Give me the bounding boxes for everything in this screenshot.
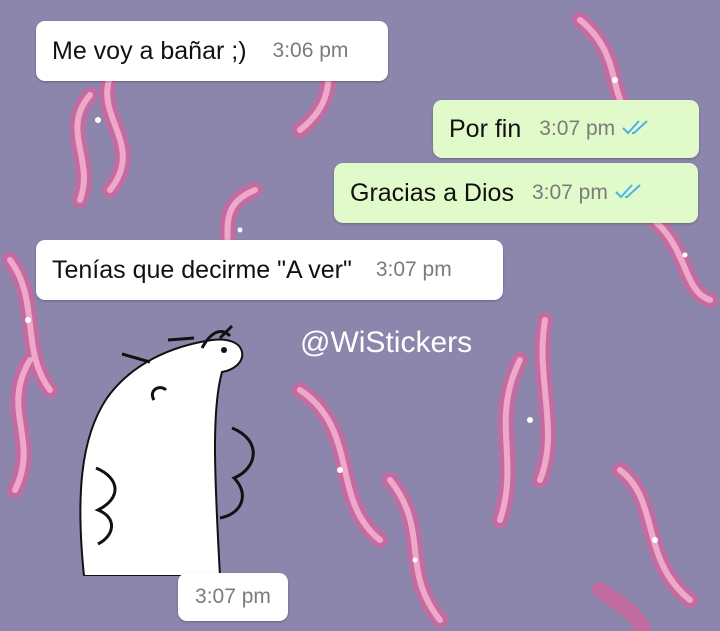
message-timestamp: 3:07 pm [539, 117, 616, 140]
double-check-read-icon [614, 183, 644, 204]
message-bubble-outgoing[interactable]: Por fin 3:07 pm [433, 100, 699, 158]
message-bubble-incoming[interactable]: Tenías que decirme "A ver" 3:07 pm [36, 240, 503, 300]
message-timestamp: 3:07 pm [531, 181, 608, 204]
sticker-timestamp-bubble: 3:07 pm [178, 573, 288, 621]
message-timestamp: 3:06 pm [272, 39, 349, 62]
doodle-creature-sticker[interactable] [62, 318, 272, 576]
message-text: Tenías que decirme "A ver" [52, 255, 352, 284]
double-check-read-icon [621, 119, 651, 140]
message-bubble-outgoing[interactable]: Gracias a Dios 3:07 pm [334, 163, 698, 223]
watermark-text: @WiStickers [300, 326, 473, 359]
message-text: Me voy a bañar ;) [52, 36, 247, 65]
message-timestamp: 3:07 pm [195, 585, 271, 608]
message-text: Gracias a Dios [350, 178, 514, 207]
message-bubble-incoming[interactable]: Me voy a bañar ;) 3:06 pm [36, 21, 388, 81]
message-text: Por fin [449, 114, 522, 143]
message-timestamp: 3:07 pm [375, 258, 452, 281]
